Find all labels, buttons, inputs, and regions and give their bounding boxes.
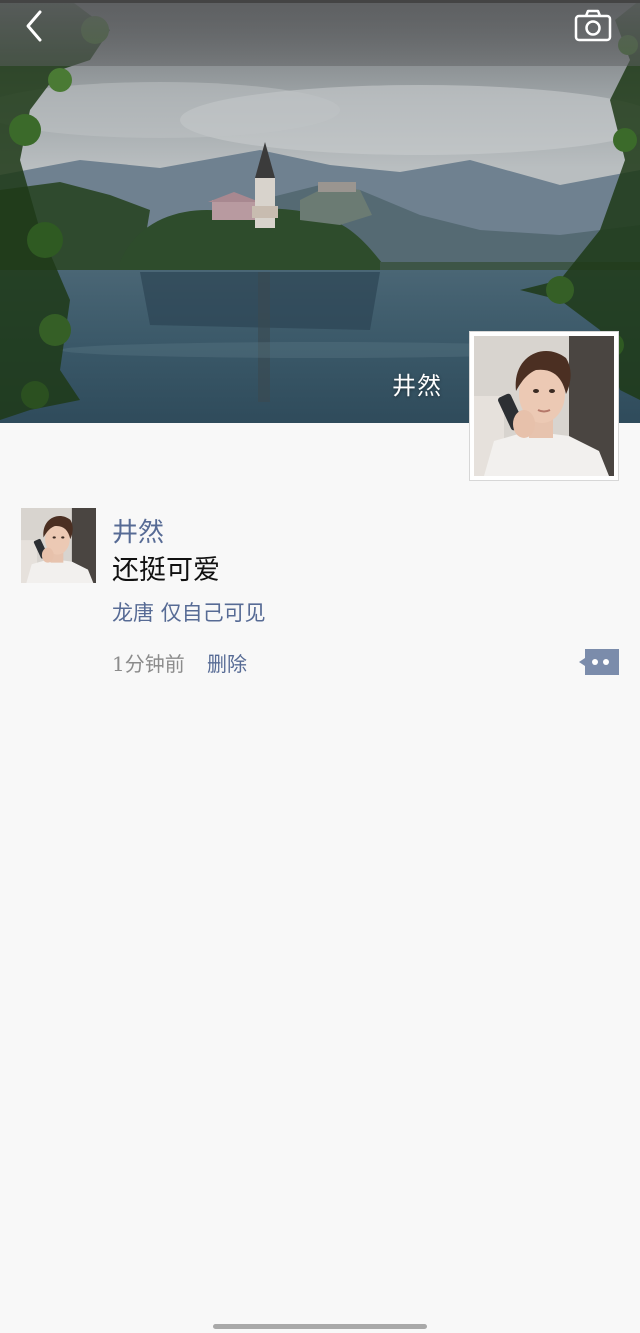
- more-dots-icon: [579, 649, 619, 675]
- cover-username: 井然: [392, 372, 442, 400]
- post-author-avatar[interactable]: [21, 508, 96, 583]
- delete-button[interactable]: 删除: [207, 648, 247, 677]
- more-options-button[interactable]: [579, 649, 619, 675]
- post-text: 还挺可爱: [112, 555, 220, 586]
- chevron-left-icon: [26, 10, 42, 42]
- post-time: 1分钟前: [112, 652, 185, 676]
- avatar-image: [21, 508, 96, 583]
- post-author-name[interactable]: 井然: [112, 512, 164, 549]
- camera-icon: [574, 9, 612, 42]
- camera-button[interactable]: [568, 6, 618, 46]
- avatar-image: [474, 336, 614, 476]
- profile-avatar[interactable]: [469, 331, 619, 481]
- top-bar: [0, 0, 640, 66]
- home-indicator: [213, 1324, 427, 1329]
- back-button[interactable]: [14, 6, 58, 46]
- post-visibility[interactable]: 龙唐 仅自己可见: [112, 597, 266, 627]
